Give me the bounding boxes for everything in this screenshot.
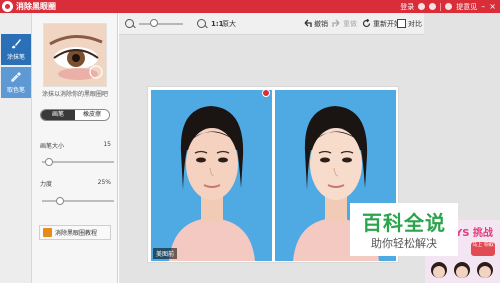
strength-slider-thumb[interactable] [56,197,64,205]
tool-label: 取色笔 [6,87,25,94]
tool-label: 涂抹笔 [6,54,25,61]
zoom-slider-thumb[interactable] [150,19,159,27]
redo-button[interactable]: 重做 [343,19,357,29]
brush-size-slider-thumb[interactable] [45,158,54,166]
redo-icon[interactable] [332,19,341,28]
close-photo-icon[interactable] [262,89,270,97]
tool-sidebar: 涂抹笔 取色笔 [0,13,32,283]
reset-icon[interactable] [362,19,371,28]
strength-value: 25% [97,179,111,186]
zoom-slider[interactable] [139,23,183,25]
app-title: 消除黑眼圈 [16,2,56,11]
settings-panel: 涂抹以消除你的黑眼圈吧 画笔 橡皮擦 画笔大小 15 力度 25% 消除黑眼圈教… [32,13,118,283]
tutorial-button[interactable]: 消除黑眼圈教程 [39,225,111,240]
watermark-subtitle: 助你轻松解决 [371,237,437,250]
before-photo: 美图前 [151,90,272,261]
compare-checkbox[interactable] [397,19,406,28]
tool-smudge-brush[interactable]: 涂抹笔 [1,34,31,65]
ad-people-image [431,262,493,278]
app-logo-icon [2,1,13,12]
zoom-in-icon[interactable] [197,19,206,28]
tool-color-picker[interactable]: 取色笔 [1,67,31,98]
brush-mode-toggle: 画笔 橡皮擦 [40,109,110,121]
undo-icon[interactable] [303,19,312,28]
brush-mode-button[interactable]: 画笔 [41,110,75,120]
feedback-link[interactable]: 提意见 [456,2,477,12]
ad-badge[interactable]: 马上 领取 [471,242,495,256]
portrait-image [151,90,272,261]
preview-caption: 涂抹以消除你的黑眼圈吧 [41,91,108,98]
watermark-title: 百科全说 [362,211,446,235]
close-button[interactable]: × [489,1,496,12]
user-icon[interactable] [418,3,426,10]
title-bar: 消除黑眼圈 登录 提意见 – × [0,0,500,13]
tutorial-icon [43,228,52,237]
brush-icon [12,39,21,49]
compare-label[interactable]: 对比 [408,19,422,29]
original-size-label[interactable]: 原大 [222,19,236,29]
title-bar-actions: 登录 提意见 – × [400,0,496,13]
feedback-icon [445,3,453,10]
workspace-toolbar: 1:1 原大 撤销 重做 重新开始 对比 [119,13,424,35]
brush-size-label: 画笔大小 [40,143,65,150]
eye-preview-image [43,23,107,87]
tutorial-label: 消除黑眼圈教程 [55,230,98,237]
watermark: 百科全说 助你轻松解决 [350,203,458,256]
eyedropper-icon [11,72,21,82]
brush-size-value: 15 [103,141,111,148]
strength-label: 力度 [40,181,53,188]
before-label: 美图前 [153,248,178,259]
zoom-out-icon[interactable] [125,19,134,28]
ad-headline: YS 挑战 [455,228,493,239]
login-link[interactable]: 登录 [400,2,414,12]
skin-icon[interactable] [429,3,437,10]
divider [440,2,442,11]
minimize-button[interactable]: – [481,1,485,12]
undo-button[interactable]: 撤销 [314,19,328,29]
eraser-mode-button[interactable]: 橡皮擦 [75,110,109,120]
strength-slider[interactable] [42,200,114,202]
